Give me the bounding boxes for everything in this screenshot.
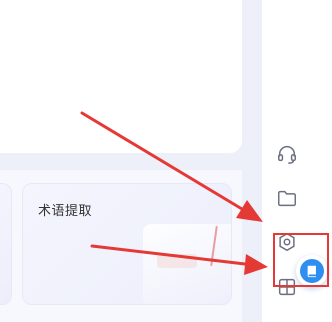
- annotation-highlight-box: [273, 233, 329, 287]
- illustration-bar: [157, 254, 197, 268]
- main-content-card: [0, 0, 242, 153]
- headset-icon[interactable]: [274, 141, 300, 167]
- tool-card-partial[interactable]: [0, 183, 12, 305]
- term-extraction-title: 术语提取: [38, 204, 93, 219]
- term-extraction-card[interactable]: 术语提取: [22, 183, 232, 305]
- term-extraction-illustration: [143, 224, 231, 304]
- illustration-needle: [210, 226, 218, 266]
- folder-icon[interactable]: [274, 185, 300, 211]
